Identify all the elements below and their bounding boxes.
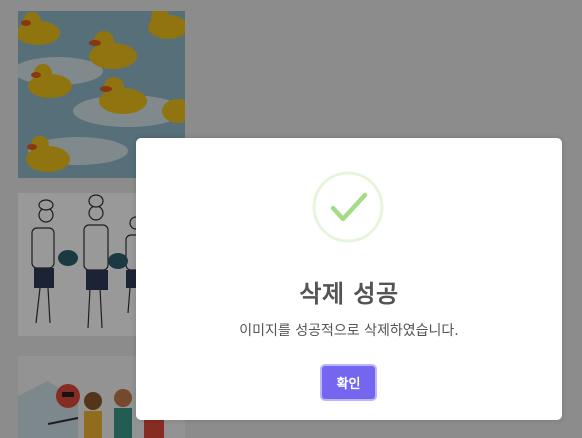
dialog-title: 삭제 성공 [299,280,399,308]
success-dialog: 삭제 성공 이미지를 성공적으로 삭제하였습니다. 확인 [136,138,562,420]
success-check-icon [312,171,384,243]
confirm-button[interactable]: 확인 [320,364,377,401]
dialog-message: 이미지를 성공적으로 삭제하였습니다. [239,323,459,339]
